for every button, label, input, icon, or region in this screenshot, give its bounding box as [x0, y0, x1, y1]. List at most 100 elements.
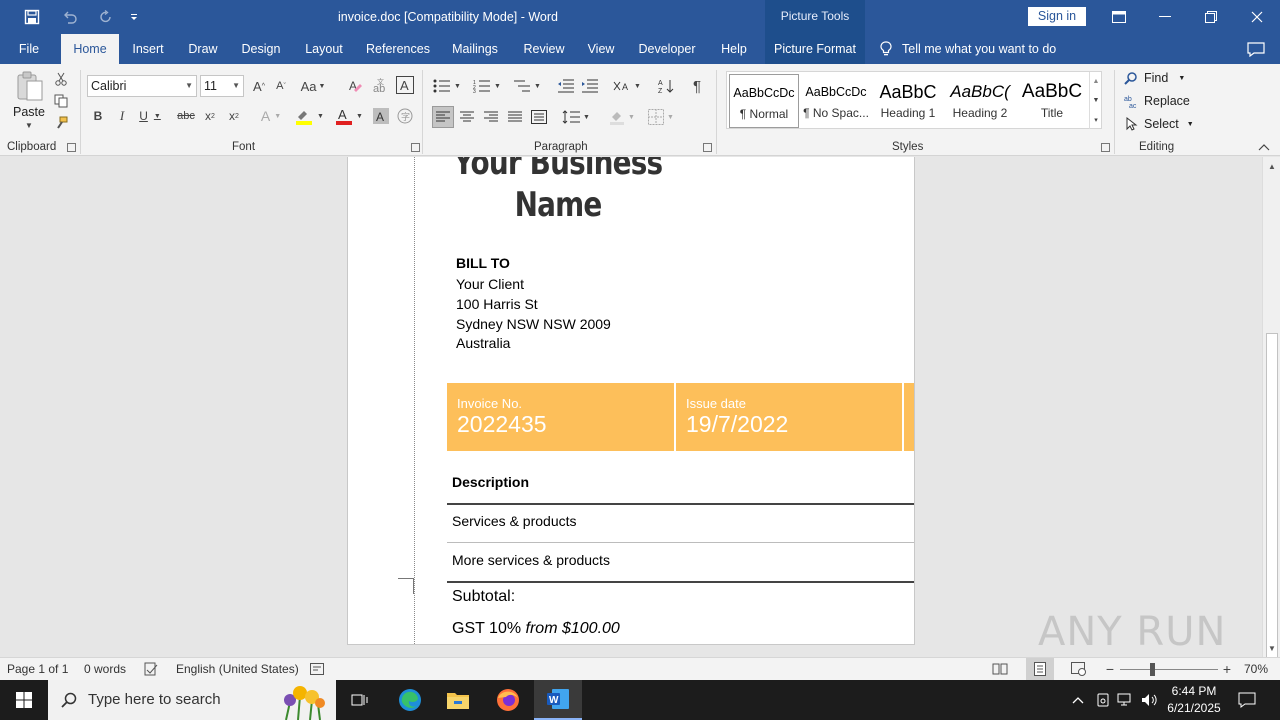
word-count[interactable]: 0 words [84, 658, 126, 681]
zoom-out-icon[interactable]: − [1102, 660, 1118, 678]
collapse-ribbon-icon[interactable] [1256, 141, 1272, 153]
align-center-icon[interactable] [457, 106, 477, 128]
replace-button[interactable]: ab ac Replace [1124, 91, 1190, 111]
line-spacing-icon[interactable]: ▼ [560, 106, 592, 128]
font-size-combo[interactable]: 11 ▼ [200, 75, 244, 97]
style-title[interactable]: AaBbC Title [1017, 74, 1087, 128]
close-icon[interactable] [1234, 0, 1280, 34]
network-drive-icon[interactable] [1094, 691, 1112, 709]
align-right-icon[interactable] [481, 106, 501, 128]
highlight-color-icon[interactable]: ▼ [292, 106, 326, 126]
proofing-icon[interactable] [142, 661, 160, 677]
scrollbar-thumb[interactable] [1266, 333, 1278, 659]
undo-icon[interactable] [58, 5, 82, 29]
tell-me-search[interactable]: Tell me what you want to do [880, 34, 1056, 64]
phonetic-guide-icon[interactable]: ab 文 [370, 76, 390, 96]
paragraph-launcher-icon[interactable] [703, 143, 712, 152]
character-shading-icon[interactable]: A [372, 106, 390, 126]
paste-dropdown-icon[interactable]: ▼ [22, 120, 36, 130]
shrink-font-icon[interactable]: Aˇ [272, 76, 290, 96]
increase-indent-icon[interactable] [580, 76, 600, 96]
sign-in-button[interactable]: Sign in [1028, 7, 1086, 26]
page-count[interactable]: Page 1 of 1 [7, 658, 68, 681]
enclose-characters-icon[interactable]: 字 [396, 106, 414, 126]
styles-more-icon[interactable]: ▾ [1089, 110, 1102, 129]
copy-icon[interactable] [52, 92, 70, 110]
taskbar-clock[interactable]: 6:44 PM 6/21/2025 [1160, 683, 1228, 717]
file-explorer-icon[interactable] [434, 680, 482, 720]
show-hidden-icons-icon[interactable] [1070, 692, 1086, 708]
firefox-icon[interactable] [484, 680, 532, 720]
tab-mailings[interactable]: Mailings [446, 34, 504, 64]
tab-review[interactable]: Review [516, 34, 572, 64]
document-page[interactable]: Your Business Name BILL TO Your Client 1… [347, 157, 915, 645]
tab-picture-format[interactable]: Picture Format [765, 34, 865, 64]
shading-icon[interactable]: ▼ [606, 106, 638, 128]
network-icon[interactable] [1116, 691, 1136, 709]
edge-icon[interactable] [386, 680, 434, 720]
font-color-icon[interactable]: A ▼ [332, 106, 366, 126]
tab-insert[interactable]: Insert [126, 34, 170, 64]
start-button[interactable] [0, 680, 48, 720]
justify-icon[interactable] [505, 106, 525, 128]
web-layout-icon[interactable] [1068, 660, 1090, 678]
bullets-icon[interactable]: ▼ [432, 76, 462, 96]
zoom-slider-thumb[interactable] [1150, 663, 1155, 676]
tab-file[interactable]: File [10, 34, 48, 64]
language-status[interactable]: English (United States) [176, 658, 299, 681]
tab-view[interactable]: View [582, 34, 620, 64]
styles-scroll-up-icon[interactable]: ▲ [1089, 72, 1102, 91]
align-left-icon[interactable] [432, 106, 454, 128]
numbering-icon[interactable]: 1 2 3 ▼ [472, 76, 502, 96]
restore-icon[interactable] [1188, 0, 1234, 34]
tab-developer[interactable]: Developer [632, 34, 702, 64]
styles-scroll-down-icon[interactable]: ▼ [1089, 91, 1102, 110]
italic-icon[interactable]: I [113, 106, 131, 126]
text-effects-icon[interactable]: A ▼ [256, 106, 286, 126]
zoom-slider[interactable] [1120, 669, 1218, 670]
paste-icon[interactable] [14, 70, 46, 104]
bold-icon[interactable]: B [89, 106, 107, 126]
save-icon[interactable] [20, 5, 44, 29]
asian-layout-icon[interactable]: A ▼ [612, 76, 642, 96]
distributed-icon[interactable] [529, 106, 549, 128]
paste-button[interactable]: Paste [10, 104, 48, 120]
underline-icon[interactable]: U ▼ [137, 106, 163, 126]
zoom-level[interactable]: 70% [1244, 658, 1268, 681]
taskbar-search[interactable]: Type here to search [48, 680, 336, 720]
style-no-spacing[interactable]: AaBbCcDc ¶ No Spac... [801, 74, 871, 128]
vertical-scrollbar[interactable]: ▲ ▼ [1262, 157, 1280, 659]
subscript-icon[interactable]: x2 [200, 106, 220, 126]
tab-design[interactable]: Design [236, 34, 286, 64]
tab-draw[interactable]: Draw [182, 34, 224, 64]
sort-icon[interactable]: AZ [656, 76, 676, 96]
strikethrough-icon[interactable]: abc [176, 106, 196, 126]
customize-qat-icon[interactable] [122, 5, 146, 29]
cut-icon[interactable] [52, 70, 70, 88]
notifications-icon[interactable] [1236, 690, 1258, 710]
clear-formatting-icon[interactable]: A [346, 76, 366, 96]
style-normal[interactable]: AaBbCcDc ¶ Normal [729, 74, 799, 128]
read-mode-icon[interactable] [990, 660, 1010, 678]
ribbon-display-options-icon[interactable] [1096, 0, 1142, 34]
style-heading-1[interactable]: AaBbC Heading 1 [873, 74, 943, 128]
select-button[interactable]: Select ▼ [1124, 114, 1194, 134]
clipboard-launcher-icon[interactable] [67, 143, 76, 152]
style-heading-2[interactable]: AaBbC( Heading 2 [945, 74, 1015, 128]
styles-launcher-icon[interactable] [1101, 143, 1110, 152]
tab-help[interactable]: Help [714, 34, 754, 64]
decrease-indent-icon[interactable] [556, 76, 576, 96]
borders-icon[interactable]: ▼ [644, 106, 678, 128]
zoom-in-icon[interactable]: + [1219, 660, 1235, 678]
character-border-icon[interactable]: A [395, 75, 415, 95]
tab-home[interactable]: Home [61, 34, 119, 64]
font-launcher-icon[interactable] [411, 143, 420, 152]
print-layout-icon[interactable] [1026, 658, 1054, 680]
scroll-down-icon[interactable]: ▼ [1265, 641, 1279, 655]
change-case-button[interactable]: Aa ▼ [300, 76, 326, 96]
macro-recording-icon[interactable] [308, 661, 326, 677]
word-taskbar-icon[interactable]: W [534, 680, 582, 720]
tab-layout[interactable]: Layout [298, 34, 350, 64]
grow-font-icon[interactable]: A ^ [250, 76, 268, 96]
show-formatting-marks-icon[interactable]: ¶ [687, 76, 707, 96]
